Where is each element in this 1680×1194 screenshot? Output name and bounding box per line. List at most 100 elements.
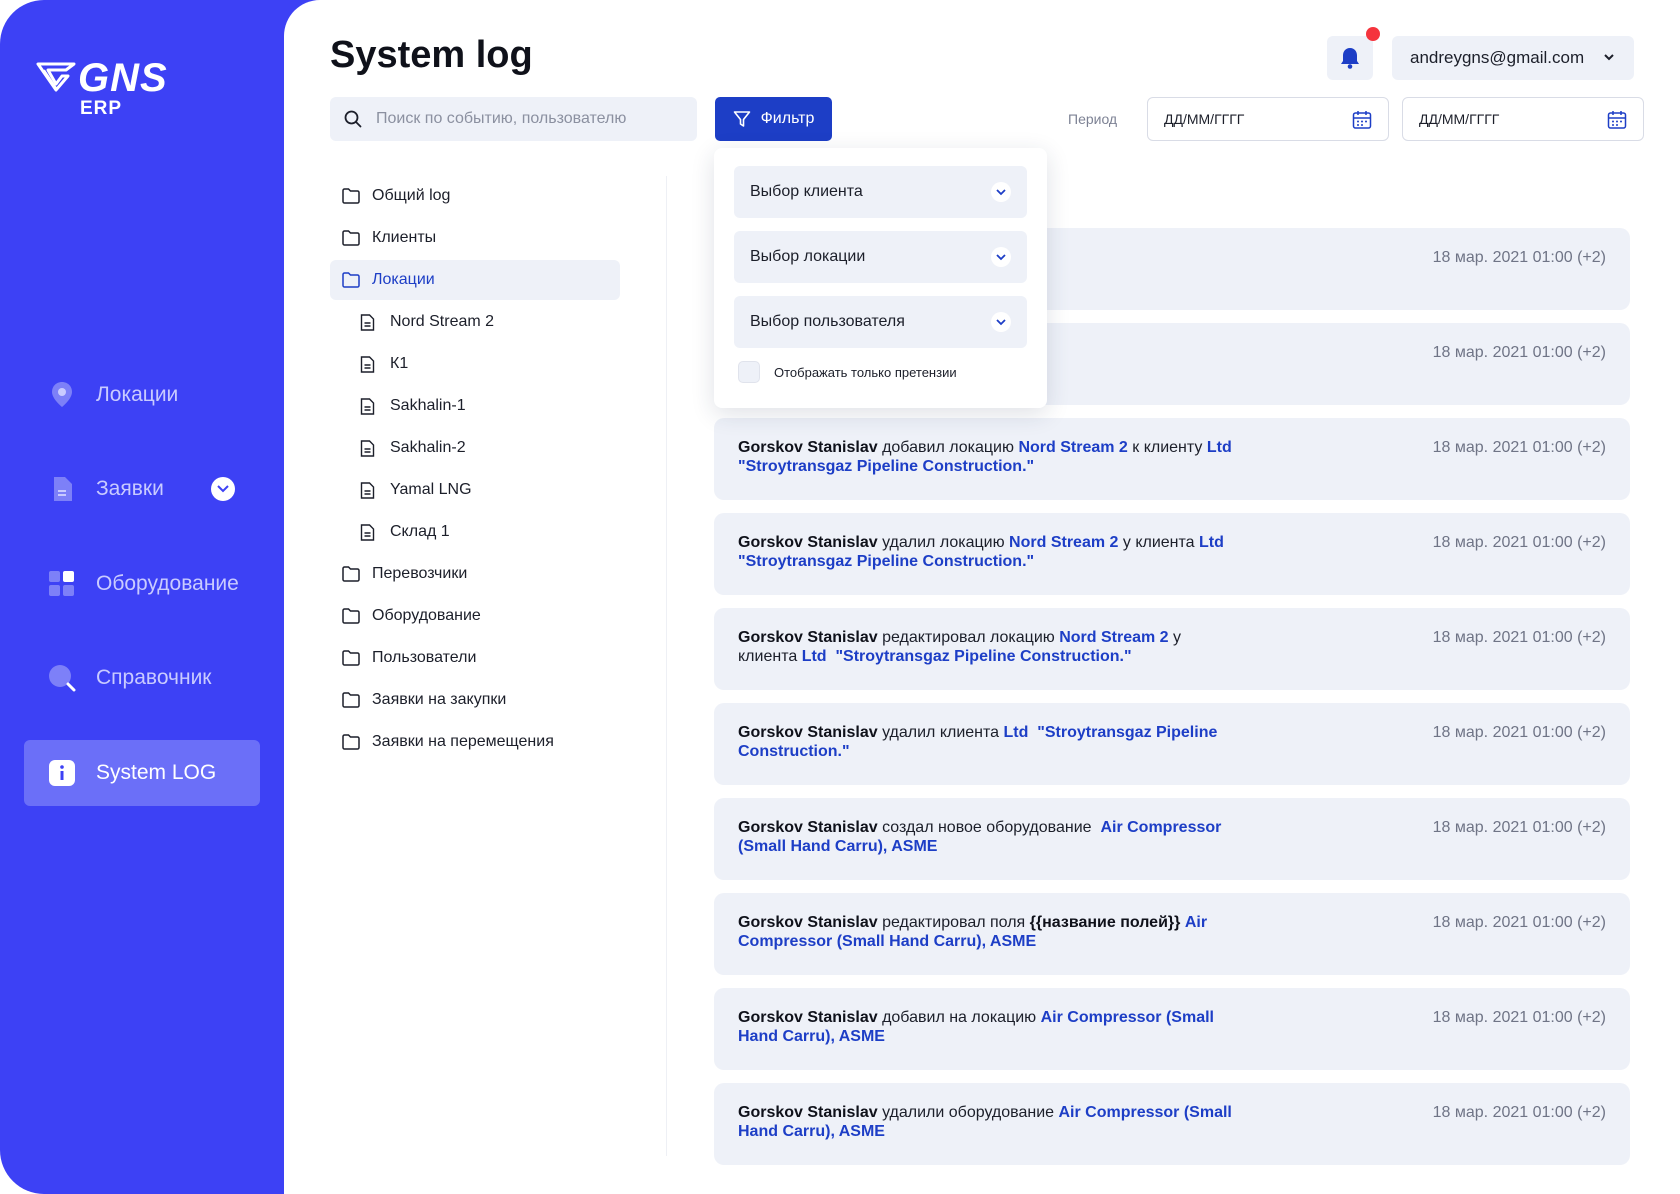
sidebar-item-label: Заявки xyxy=(96,477,164,500)
log-row[interactable]: Gorskov Stanislav добавил на локацию Air… xyxy=(714,988,1630,1070)
tree-item-folder[interactable]: Клиенты xyxy=(330,218,620,258)
log-link[interactable]: Ltd "Stroytransgaz Pipeline Construction… xyxy=(802,648,1132,665)
log-row[interactable]: Gorskov Stanislav создал новое оборудова… xyxy=(714,798,1630,880)
log-user: Gorskov Stanislav xyxy=(738,1009,878,1026)
log-row[interactable]: Gorskov Stanislav удалил локацию Nord St… xyxy=(714,513,1630,595)
sidebar-item-label: Локации xyxy=(96,383,179,406)
page-title: System log xyxy=(330,34,533,76)
log-row[interactable]: Gorskov Stanislav удалили оборудование A… xyxy=(714,1083,1630,1165)
client-select[interactable]: Выбор клиента xyxy=(734,166,1027,218)
filter-button[interactable]: Фильтр xyxy=(715,97,832,141)
claims-only-label: Отображать только претензии xyxy=(774,364,957,380)
folder-icon xyxy=(342,733,360,751)
log-row[interactable]: Gorskov Stanislav редактировал локацию N… xyxy=(714,608,1630,690)
location-select[interactable]: Выбор локации xyxy=(734,231,1027,283)
tree-item-folder[interactable]: Заявки на перемещения xyxy=(330,722,620,762)
gns-erp-logo[interactable]: GNS ERP xyxy=(36,56,196,119)
log-row[interactable]: Gorskov Stanislav редактировал поля {{на… xyxy=(714,893,1630,975)
tree-item-file[interactable]: Sakhalin-1 xyxy=(330,386,620,426)
tree-item-label: Перевозчики xyxy=(372,565,468,582)
sidebar-item-requests[interactable]: Заявки xyxy=(24,456,260,522)
tree-item-label: К1 xyxy=(390,355,409,372)
tree-item-label: Клиенты xyxy=(372,229,437,246)
folder-icon xyxy=(342,187,360,205)
user-select[interactable]: Выбор пользователя xyxy=(734,296,1027,348)
search-box[interactable] xyxy=(330,97,697,141)
log-message: Gorskov Stanislav удалил клиента Ltd "St… xyxy=(738,723,1238,761)
tree-item-file[interactable]: К1 xyxy=(330,344,620,384)
sidebar-item-reference[interactable]: Справочник xyxy=(24,645,260,711)
logo-subtitle: ERP xyxy=(80,98,123,119)
log-user: Gorskov Stanislav xyxy=(738,534,878,551)
sidebar-item-equipment[interactable]: Оборудование xyxy=(24,551,260,617)
tree-item-file[interactable]: Sakhalin-2 xyxy=(330,428,620,468)
user-menu[interactable]: andreygns@gmail.com xyxy=(1392,36,1634,80)
logo-mark-icon xyxy=(36,62,76,92)
log-message: Gorskov Stanislav создал новое оборудова… xyxy=(738,818,1238,856)
log-timestamp: 18 мар. 2021 01:00 (+2) xyxy=(1432,914,1606,931)
log-field-placeholder: {{название полей}} xyxy=(1029,914,1181,931)
tree-item-file[interactable]: Nord Stream 2 xyxy=(330,302,620,342)
chevron-down-icon[interactable] xyxy=(211,477,235,501)
claims-only-checkbox[interactable] xyxy=(738,361,760,383)
document-icon xyxy=(48,475,76,503)
log-action-text: редактировал локацию xyxy=(877,629,1060,646)
file-icon xyxy=(360,523,378,541)
log-message: Gorskov Stanislav удалили оборудование A… xyxy=(738,1103,1238,1141)
sidebar-item-label: Оборудование xyxy=(96,572,239,595)
search-input[interactable] xyxy=(376,110,676,128)
log-action-text: удалил клиента xyxy=(877,724,1004,741)
log-timestamp: 18 мар. 2021 01:00 (+2) xyxy=(1432,344,1606,361)
log-row[interactable]: Gorskov Stanislav добавил локацию Nord S… xyxy=(714,418,1630,500)
log-timestamp: 18 мар. 2021 01:00 (+2) xyxy=(1432,249,1606,266)
log-message: Gorskov Stanislav редактировал поля {{на… xyxy=(738,913,1238,951)
search-icon xyxy=(344,110,362,128)
notifications-button[interactable] xyxy=(1327,36,1373,80)
log-timestamp: 18 мар. 2021 01:00 (+2) xyxy=(1432,724,1606,741)
user-select-label: Выбор пользователя xyxy=(750,313,905,330)
folder-icon xyxy=(342,649,360,667)
tree-divider xyxy=(666,176,667,1156)
tree-item-folder[interactable]: Общий log xyxy=(330,176,620,216)
tree-item-label: Sakhalin-2 xyxy=(390,439,466,456)
log-message: Gorskov Stanislav удалил локацию Nord St… xyxy=(738,533,1238,571)
log-row[interactable]: Gorskov Stanislav удалил клиента Ltd "St… xyxy=(714,703,1630,785)
tree-item-file[interactable]: Склад 1 xyxy=(330,512,620,552)
log-timestamp: 18 мар. 2021 01:00 (+2) xyxy=(1432,1009,1606,1026)
log-action-text: редактировал поля xyxy=(877,914,1030,931)
tree-item-folder[interactable]: Оборудование xyxy=(330,596,620,636)
chevron-down-icon xyxy=(1604,54,1614,61)
location-select-label: Выбор локации xyxy=(750,248,866,265)
tree-item-label: Yamal LNG xyxy=(390,481,472,498)
log-timestamp: 18 мар. 2021 01:00 (+2) xyxy=(1432,534,1606,551)
log-timestamp: 18 мар. 2021 01:00 (+2) xyxy=(1432,629,1606,646)
file-icon xyxy=(360,481,378,499)
date-to-field[interactable]: ДД/ММ/ГГГГ xyxy=(1402,97,1644,141)
category-tree: Общий log Клиенты Локации Nord Stream 2 К1 Sa… xyxy=(330,176,620,764)
tree-item-folder[interactable]: Локации xyxy=(330,260,620,300)
date-from-field[interactable]: ДД/ММ/ГГГГ xyxy=(1147,97,1389,141)
calendar-icon[interactable] xyxy=(1607,110,1627,130)
location-pin-icon xyxy=(48,381,76,409)
tree-item-folder[interactable]: Перевозчики xyxy=(330,554,620,594)
log-link[interactable]: Nord Stream 2 xyxy=(1018,439,1127,456)
tree-item-folder[interactable]: Пользователи xyxy=(330,638,620,678)
calendar-icon[interactable] xyxy=(1352,110,1372,130)
log-message: Gorskov Stanislav редактировал локацию N… xyxy=(738,628,1238,666)
sidebar-item-system-log[interactable]: System LOG xyxy=(24,740,260,806)
log-user: Gorskov Stanislav xyxy=(738,819,878,836)
tree-item-folder[interactable]: Заявки на закупки xyxy=(330,680,620,720)
folder-icon xyxy=(342,607,360,625)
file-icon xyxy=(360,313,378,331)
log-link[interactable]: Nord Stream 2 xyxy=(1009,534,1118,551)
tree-item-label: Локации xyxy=(372,271,435,288)
tree-item-label: Склад 1 xyxy=(390,523,450,540)
log-action-text: добавил на локацию xyxy=(877,1009,1041,1026)
claims-only-row[interactable]: Отображать только претензии xyxy=(734,361,1027,383)
log-user: Gorskov Stanislav xyxy=(738,724,878,741)
log-link[interactable]: Nord Stream 2 xyxy=(1059,629,1168,646)
tree-item-label: Пользователи xyxy=(372,649,477,666)
tree-item-file[interactable]: Yamal LNG xyxy=(330,470,620,510)
filter-button-label: Фильтр xyxy=(760,110,815,127)
sidebar-item-locations[interactable]: Локации xyxy=(24,362,260,428)
